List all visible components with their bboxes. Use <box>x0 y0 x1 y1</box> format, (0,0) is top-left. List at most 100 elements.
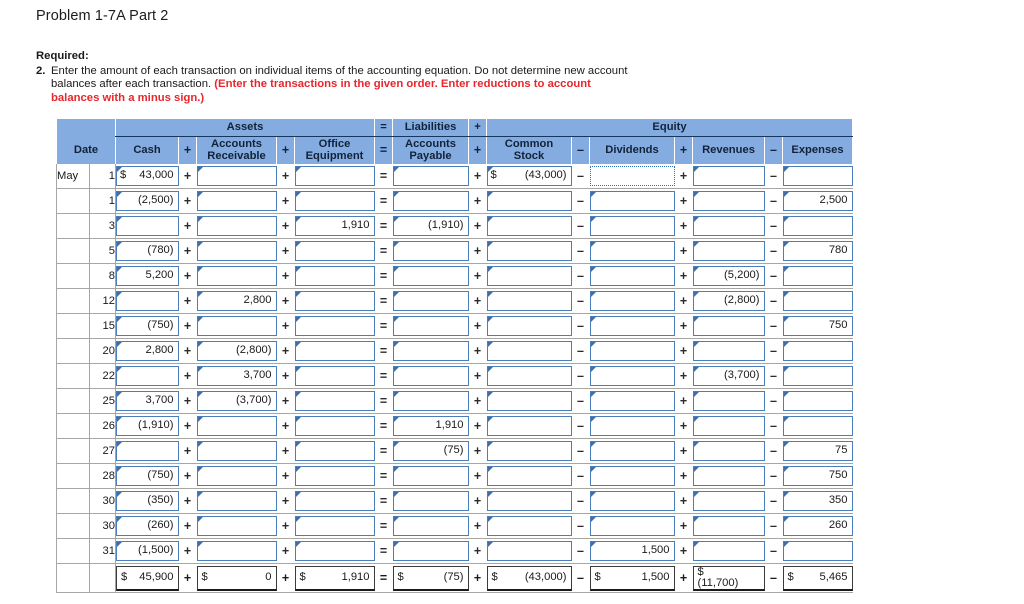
accounts-payable-input[interactable] <box>392 266 469 286</box>
expenses-input[interactable] <box>782 166 853 186</box>
dividends-input[interactable] <box>589 491 675 511</box>
dividends-input[interactable]: 1,500 <box>589 541 675 561</box>
expenses-input[interactable]: 780 <box>782 241 853 261</box>
dividends-input[interactable] <box>589 241 675 261</box>
dividends-input[interactable] <box>589 441 675 461</box>
office-equipment-input[interactable] <box>294 241 375 261</box>
accounts-receivable-input[interactable] <box>196 441 277 461</box>
accounts-payable-input[interactable] <box>392 516 469 536</box>
revenues-input[interactable]: (5,200) <box>692 266 765 286</box>
common-stock-input[interactable] <box>486 216 572 236</box>
common-stock-input[interactable] <box>486 191 572 211</box>
dividends-input[interactable] <box>589 466 675 486</box>
expenses-input[interactable]: 750 <box>782 316 853 336</box>
cash-input[interactable]: 2,800 <box>116 341 179 361</box>
common-stock-input[interactable] <box>486 266 572 286</box>
expenses-input[interactable] <box>782 291 853 311</box>
expenses-input[interactable] <box>782 216 853 236</box>
dividends-input[interactable] <box>589 166 675 186</box>
accounts-receivable-input[interactable] <box>196 266 277 286</box>
cash-input[interactable] <box>116 291 179 311</box>
accounts-receivable-input[interactable] <box>196 541 277 561</box>
cash-input[interactable]: (260) <box>116 516 179 536</box>
expenses-input[interactable]: 75 <box>782 441 853 461</box>
revenues-input[interactable] <box>692 316 765 336</box>
accounts-receivable-input[interactable] <box>196 241 277 261</box>
cash-input[interactable]: (350) <box>116 491 179 511</box>
accounts-payable-input[interactable] <box>392 466 469 486</box>
accounts-payable-input[interactable] <box>392 541 469 561</box>
dividends-input[interactable] <box>589 516 675 536</box>
common-stock-input[interactable] <box>486 316 572 336</box>
office-equipment-input[interactable] <box>294 541 375 561</box>
common-stock-input[interactable] <box>486 366 572 386</box>
accounts-payable-input[interactable] <box>392 366 469 386</box>
common-stock-input[interactable] <box>486 391 572 411</box>
office-equipment-input[interactable] <box>294 341 375 361</box>
common-stock-input[interactable] <box>486 241 572 261</box>
accounts-payable-input[interactable] <box>392 191 469 211</box>
expenses-input[interactable]: 750 <box>782 466 853 486</box>
revenues-input[interactable]: (2,800) <box>692 291 765 311</box>
office-equipment-input[interactable] <box>294 516 375 536</box>
revenues-input[interactable] <box>692 441 765 461</box>
accounts-receivable-input[interactable]: (3,700) <box>196 391 277 411</box>
cash-input[interactable]: $43,000 <box>116 166 179 186</box>
expenses-input[interactable] <box>782 341 853 361</box>
accounts-payable-input[interactable] <box>392 166 469 186</box>
accounts-receivable-input[interactable] <box>196 316 277 336</box>
revenues-input[interactable] <box>692 216 765 236</box>
accounts-payable-input[interactable]: (1,910) <box>392 216 469 236</box>
cash-input[interactable]: (780) <box>116 241 179 261</box>
common-stock-input[interactable] <box>486 491 572 511</box>
expenses-input[interactable]: 350 <box>782 491 853 511</box>
dividends-input[interactable] <box>589 341 675 361</box>
accounts-receivable-input[interactable]: 3,700 <box>196 366 277 386</box>
office-equipment-input[interactable] <box>294 391 375 411</box>
expenses-input[interactable]: 2,500 <box>782 191 853 211</box>
office-equipment-input[interactable] <box>294 416 375 436</box>
office-equipment-input[interactable] <box>294 266 375 286</box>
office-equipment-input[interactable]: 1,910 <box>294 216 375 236</box>
accounts-receivable-input[interactable]: 2,800 <box>196 291 277 311</box>
expenses-input[interactable] <box>782 541 853 561</box>
revenues-input[interactable] <box>692 516 765 536</box>
office-equipment-input[interactable] <box>294 366 375 386</box>
expenses-input[interactable]: 260 <box>782 516 853 536</box>
accounts-payable-input[interactable] <box>392 391 469 411</box>
expenses-input[interactable] <box>782 266 853 286</box>
revenues-input[interactable] <box>692 491 765 511</box>
accounts-receivable-input[interactable] <box>196 216 277 236</box>
common-stock-input[interactable] <box>486 416 572 436</box>
expenses-input[interactable] <box>782 391 853 411</box>
accounts-receivable-input[interactable] <box>196 416 277 436</box>
revenues-input[interactable] <box>692 241 765 261</box>
expenses-input[interactable] <box>782 366 853 386</box>
accounts-receivable-input[interactable] <box>196 491 277 511</box>
common-stock-input[interactable] <box>486 341 572 361</box>
accounts-payable-input[interactable] <box>392 291 469 311</box>
revenues-input[interactable] <box>692 166 765 186</box>
accounts-payable-input[interactable]: 1,910 <box>392 416 469 436</box>
office-equipment-input[interactable] <box>294 441 375 461</box>
accounts-receivable-input[interactable] <box>196 191 277 211</box>
dividends-input[interactable] <box>589 291 675 311</box>
cash-input[interactable]: (1,500) <box>116 541 179 561</box>
office-equipment-input[interactable] <box>294 166 375 186</box>
office-equipment-input[interactable] <box>294 491 375 511</box>
revenues-input[interactable] <box>692 416 765 436</box>
cash-input[interactable] <box>116 366 179 386</box>
office-equipment-input[interactable] <box>294 466 375 486</box>
cash-input[interactable]: 5,200 <box>116 266 179 286</box>
cash-input[interactable] <box>116 441 179 461</box>
accounts-payable-input[interactable] <box>392 491 469 511</box>
revenues-input[interactable] <box>692 541 765 561</box>
cash-input[interactable]: (1,910) <box>116 416 179 436</box>
cash-input[interactable]: (750) <box>116 466 179 486</box>
dividends-input[interactable] <box>589 191 675 211</box>
accounts-payable-input[interactable] <box>392 316 469 336</box>
revenues-input[interactable] <box>692 391 765 411</box>
accounts-receivable-input[interactable] <box>196 166 277 186</box>
expenses-input[interactable] <box>782 416 853 436</box>
office-equipment-input[interactable] <box>294 316 375 336</box>
